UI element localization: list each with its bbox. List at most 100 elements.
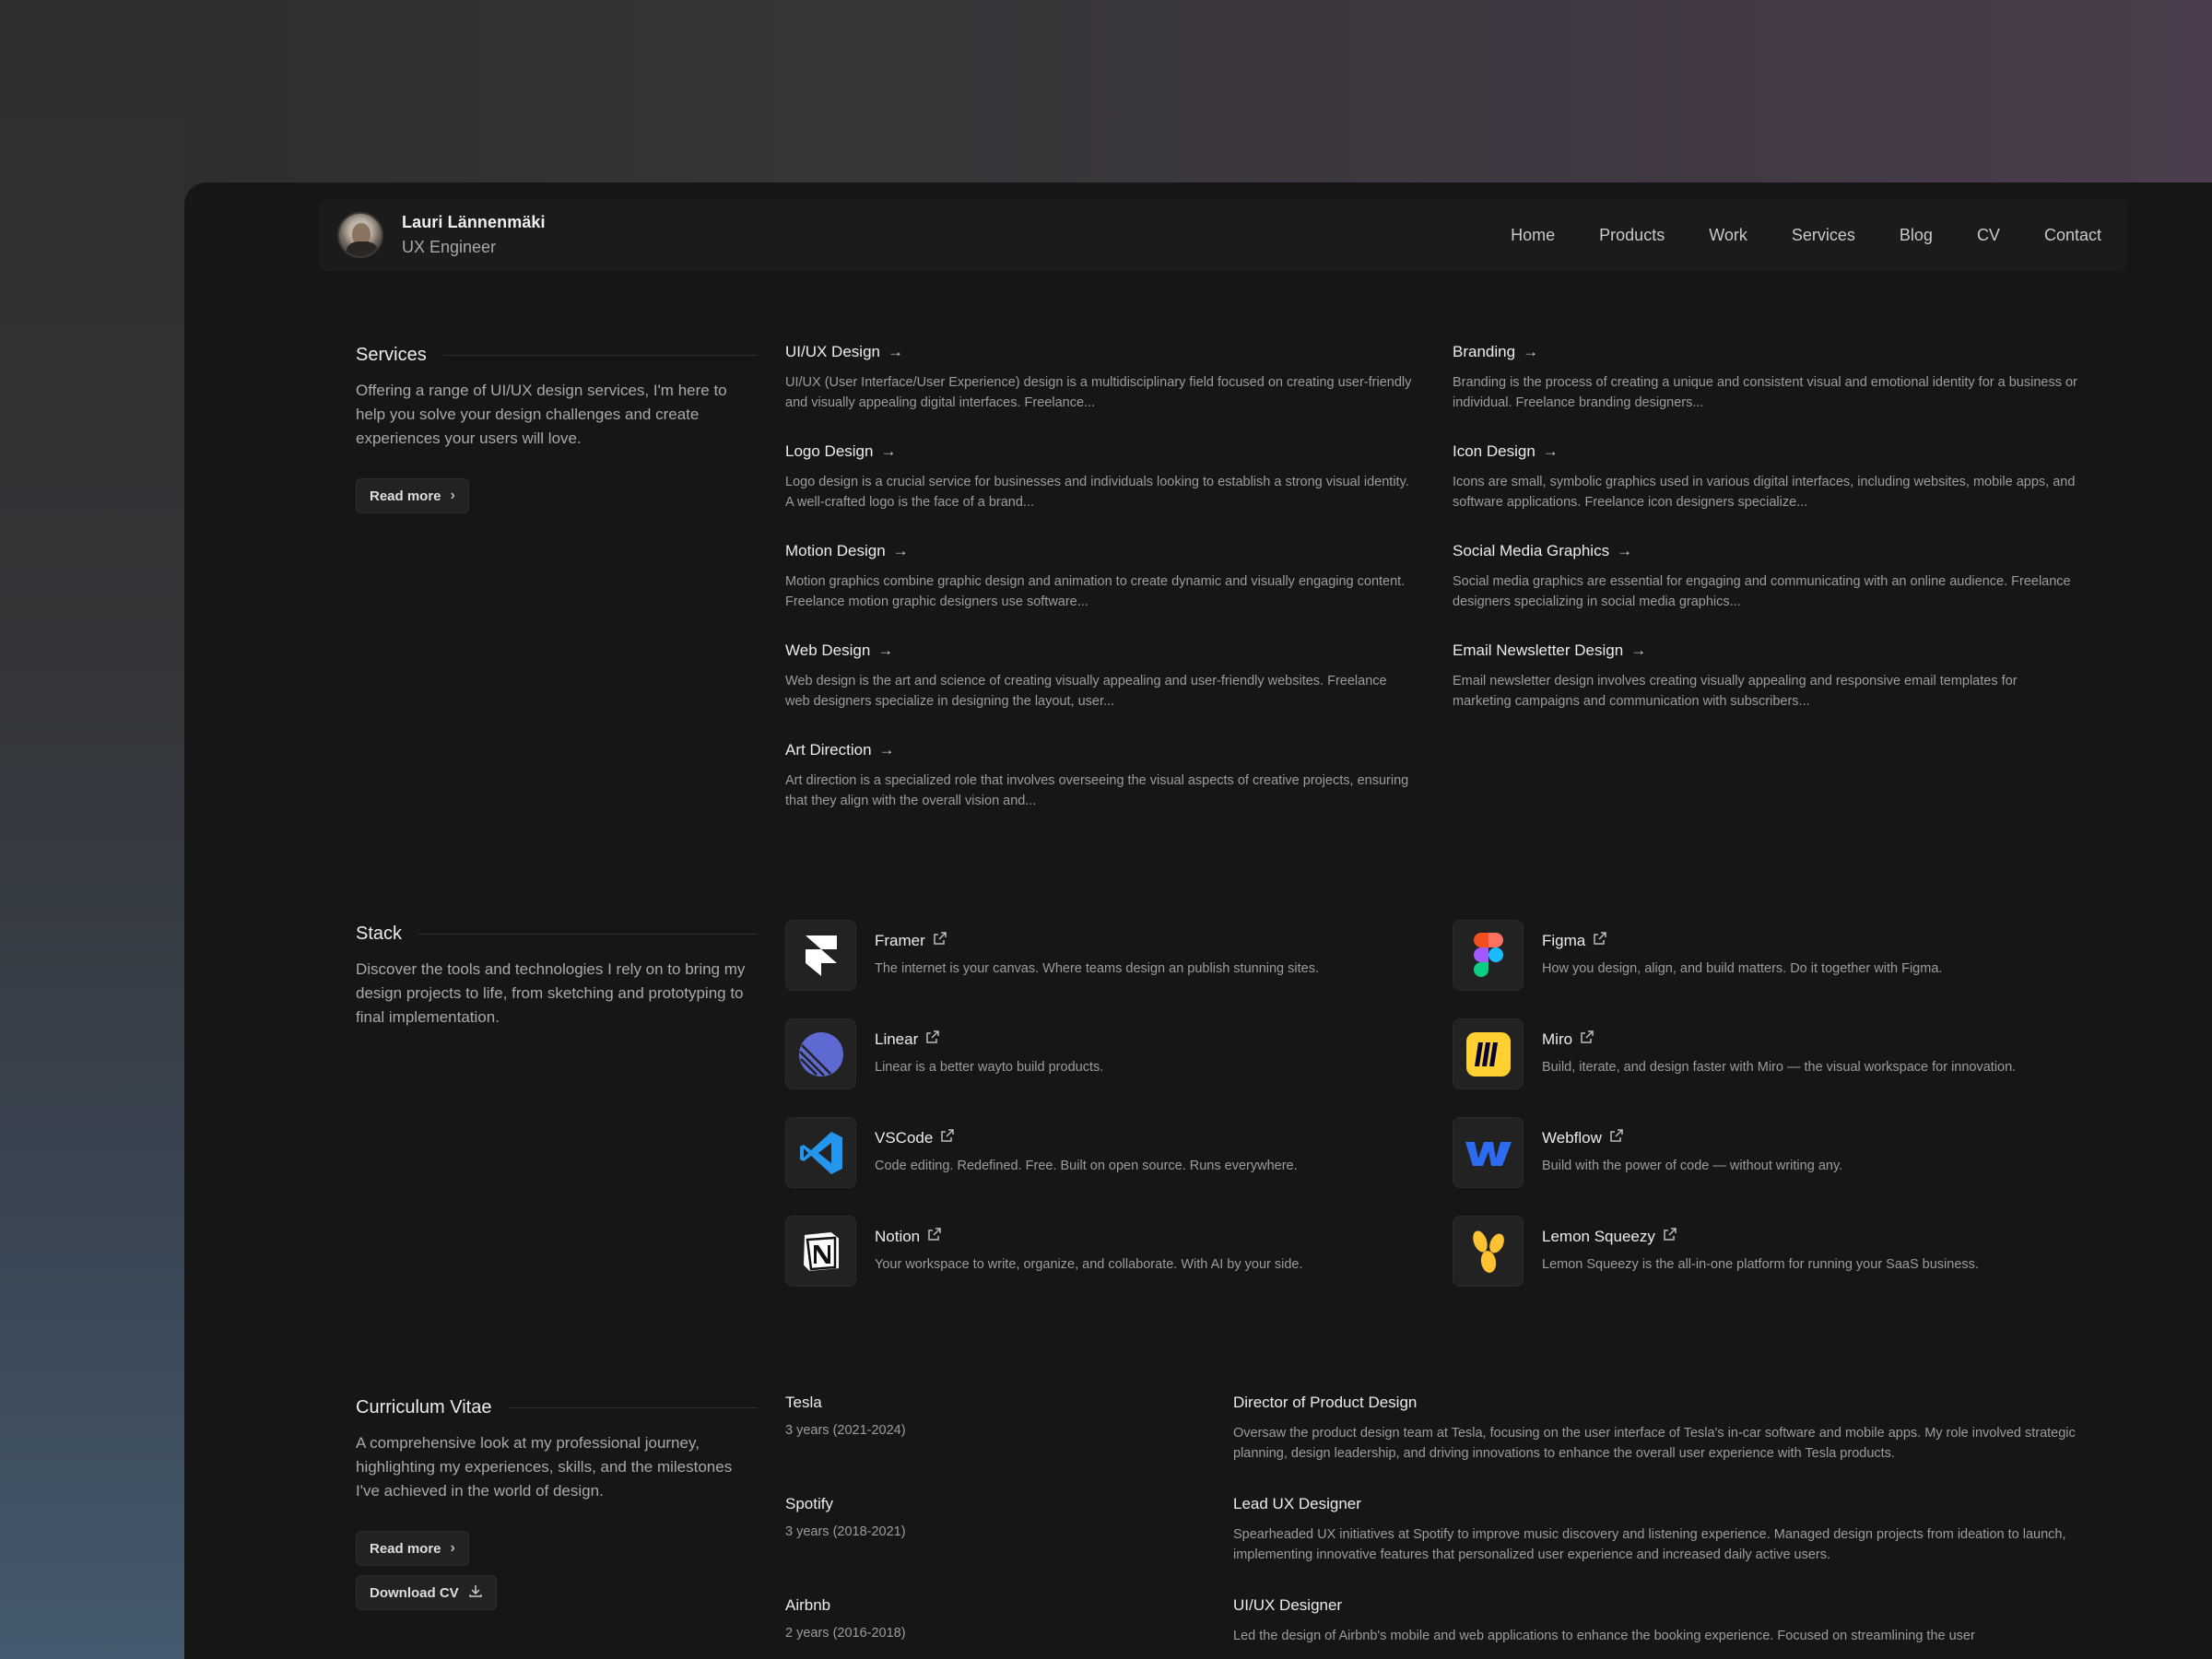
service-title: Art Direction [785, 741, 872, 759]
arrow-right-icon: → [1542, 442, 1559, 460]
brand-role: UX Engineer [402, 238, 497, 256]
service-item[interactable]: Logo Design → Logo design is a crucial se… [785, 442, 1453, 542]
read-more-label: Read more [370, 488, 441, 504]
service-title: UI/UX Design [785, 343, 880, 360]
tool-name: Notion [875, 1227, 921, 1245]
external-link-icon [1593, 931, 1607, 950]
service-description: Social media graphics are essential for … [1453, 574, 2071, 609]
tool-description: How you design, align, and build matters… [1542, 961, 1943, 976]
tool-item[interactable]: Figma How you design, align, and build m… [1453, 920, 2107, 1018]
nav-services[interactable]: Services [1792, 226, 1855, 245]
service-title: Motion Design [785, 542, 886, 559]
site-header: Lauri Lännenmäki UX Engineer Home Produc… [319, 199, 2127, 271]
read-more-label: Read more [370, 1540, 441, 1557]
services-description: Offering a range of UI/UX design service… [356, 382, 727, 447]
tool-name: Framer [875, 931, 925, 949]
external-link-icon [933, 931, 947, 950]
lemon-squeezy-icon [1453, 1216, 1524, 1287]
chevron-right-icon: › [450, 1540, 455, 1556]
arrow-right-icon: → [877, 641, 894, 659]
cv-item: Airbnb 2 years (2016-2018) UI/UX Designe… [785, 1596, 2107, 1659]
cv-read-more-button[interactable]: Read more › [356, 1531, 469, 1566]
divider [442, 355, 758, 356]
service-title: Web Design [785, 641, 871, 659]
divider [508, 1407, 758, 1408]
external-link-icon [940, 1128, 955, 1147]
nav-contact[interactable]: Contact [2044, 226, 2101, 245]
services-grid: UI/UX Design → UI/UX (User Interface/User… [785, 343, 2107, 841]
tool-item[interactable]: Webflow Build with the power of code — w… [1453, 1117, 2107, 1216]
vscode-icon [785, 1117, 856, 1188]
service-item[interactable]: Art Direction → Art direction is a specia… [785, 741, 1453, 841]
tool-item[interactable]: Miro Build, iterate, and design faster w… [1453, 1018, 2107, 1117]
external-link-icon [1580, 1030, 1594, 1049]
service-item[interactable]: Icon Design → Icons are small, symbolic g… [1453, 442, 2107, 542]
stack-grid: Framer The internet is your canvas. Wher… [785, 920, 2107, 1314]
tool-item[interactable]: Framer The internet is your canvas. Wher… [785, 920, 1453, 1018]
arrow-right-icon: → [1630, 641, 1647, 659]
service-title: Email Newsletter Design [1453, 641, 1624, 659]
cv-years: 3 years (2018-2021) [785, 1524, 906, 1539]
service-item[interactable]: UI/UX Design → UI/UX (User Interface/User… [785, 343, 1453, 442]
external-link-icon [927, 1227, 942, 1246]
framer-icon [785, 920, 856, 991]
browser-window: Lauri Lännenmäki UX Engineer Home Produc… [184, 182, 2212, 1659]
cv-company: Tesla [785, 1394, 822, 1411]
stack-title: Stack [356, 924, 403, 944]
tool-item[interactable]: Notion Your workspace to write, organize… [785, 1216, 1453, 1314]
arrow-right-icon: → [887, 343, 903, 360]
cv-item: Tesla 3 years (2021-2024) Director of Pr… [785, 1394, 2107, 1495]
service-title: Icon Design [1453, 442, 1535, 460]
tool-description: Build with the power of code — without w… [1542, 1159, 1843, 1173]
service-description: Motion graphics combine graphic design a… [785, 574, 1406, 609]
stack-section: Stack Discover the tools and technologie… [356, 920, 2107, 1329]
tool-name: Webflow [1542, 1128, 1602, 1147]
stack-header: Stack Discover the tools and technologie… [356, 924, 758, 1030]
webflow-icon [1453, 1117, 1524, 1188]
nav-blog[interactable]: Blog [1900, 226, 1933, 245]
arrow-right-icon: → [892, 542, 909, 559]
cv-company: Airbnb [785, 1596, 831, 1614]
services-read-more-button[interactable]: Read more › [356, 478, 469, 513]
service-description: Branding is the process of creating a un… [1453, 375, 2077, 410]
service-description: Logo design is a crucial service for bus… [785, 475, 1409, 510]
backdrop-top [0, 0, 2212, 184]
service-description: Icons are small, symbolic graphics used … [1453, 475, 2076, 510]
chevron-right-icon: › [450, 488, 455, 503]
nav-work[interactable]: Work [1709, 226, 1747, 245]
brand[interactable]: Lauri Lännenmäki UX Engineer [337, 212, 546, 258]
cv-role: UI/UX Designer [1233, 1596, 1343, 1614]
service-item[interactable]: Email Newsletter Design → Email newslette… [1453, 641, 2107, 741]
download-cv-button[interactable]: Download CV [356, 1575, 497, 1610]
arrow-right-icon: → [880, 442, 897, 460]
cv-header: Curriculum Vitae A comprehensive look at… [356, 1397, 758, 1610]
tool-name: Linear [875, 1030, 919, 1048]
tool-item[interactable]: VSCode Code editing. Redefined. Free. Bu… [785, 1117, 1453, 1216]
linear-icon [785, 1018, 856, 1089]
notion-icon [785, 1216, 856, 1287]
service-item[interactable]: Motion Design → Motion graphics combine g… [785, 542, 1453, 641]
arrow-right-icon: → [1617, 542, 1633, 559]
tool-item[interactable]: Lemon Squeezy Lemon Squeezy is the all-i… [1453, 1216, 2107, 1314]
download-icon [468, 1583, 483, 1603]
services-section: Services Offering a range of UI/UX desig… [356, 343, 2107, 861]
external-link-icon [1663, 1227, 1677, 1246]
cv-list: Tesla 3 years (2021-2024) Director of Pr… [785, 1394, 2107, 1659]
tool-name: Lemon Squeezy [1542, 1227, 1655, 1245]
service-description: Web design is the art and science of cre… [785, 674, 1387, 709]
external-link-icon [1609, 1128, 1624, 1147]
cv-role: Director of Product Design [1233, 1394, 1418, 1411]
avatar [337, 212, 383, 258]
tool-description: The internet is your canvas. Where teams… [875, 961, 1319, 976]
service-item[interactable]: Web Design → Web design is the art and sc… [785, 641, 1453, 741]
tool-name: VSCode [875, 1128, 934, 1147]
service-item[interactable]: Branding → Branding is the process of cre… [1453, 343, 2107, 442]
nav-products[interactable]: Products [1599, 226, 1665, 245]
cv-years: 3 years (2021-2024) [785, 1423, 906, 1438]
nav-cv[interactable]: CV [1977, 226, 2000, 245]
tool-item[interactable]: Linear Linear is a better wayto build pr… [785, 1018, 1453, 1117]
nav-home[interactable]: Home [1511, 226, 1555, 245]
services-title: Services [356, 345, 427, 365]
service-item[interactable]: Social Media Graphics → Social media grap… [1453, 542, 2107, 641]
cv-years: 2 years (2016-2018) [785, 1626, 906, 1641]
